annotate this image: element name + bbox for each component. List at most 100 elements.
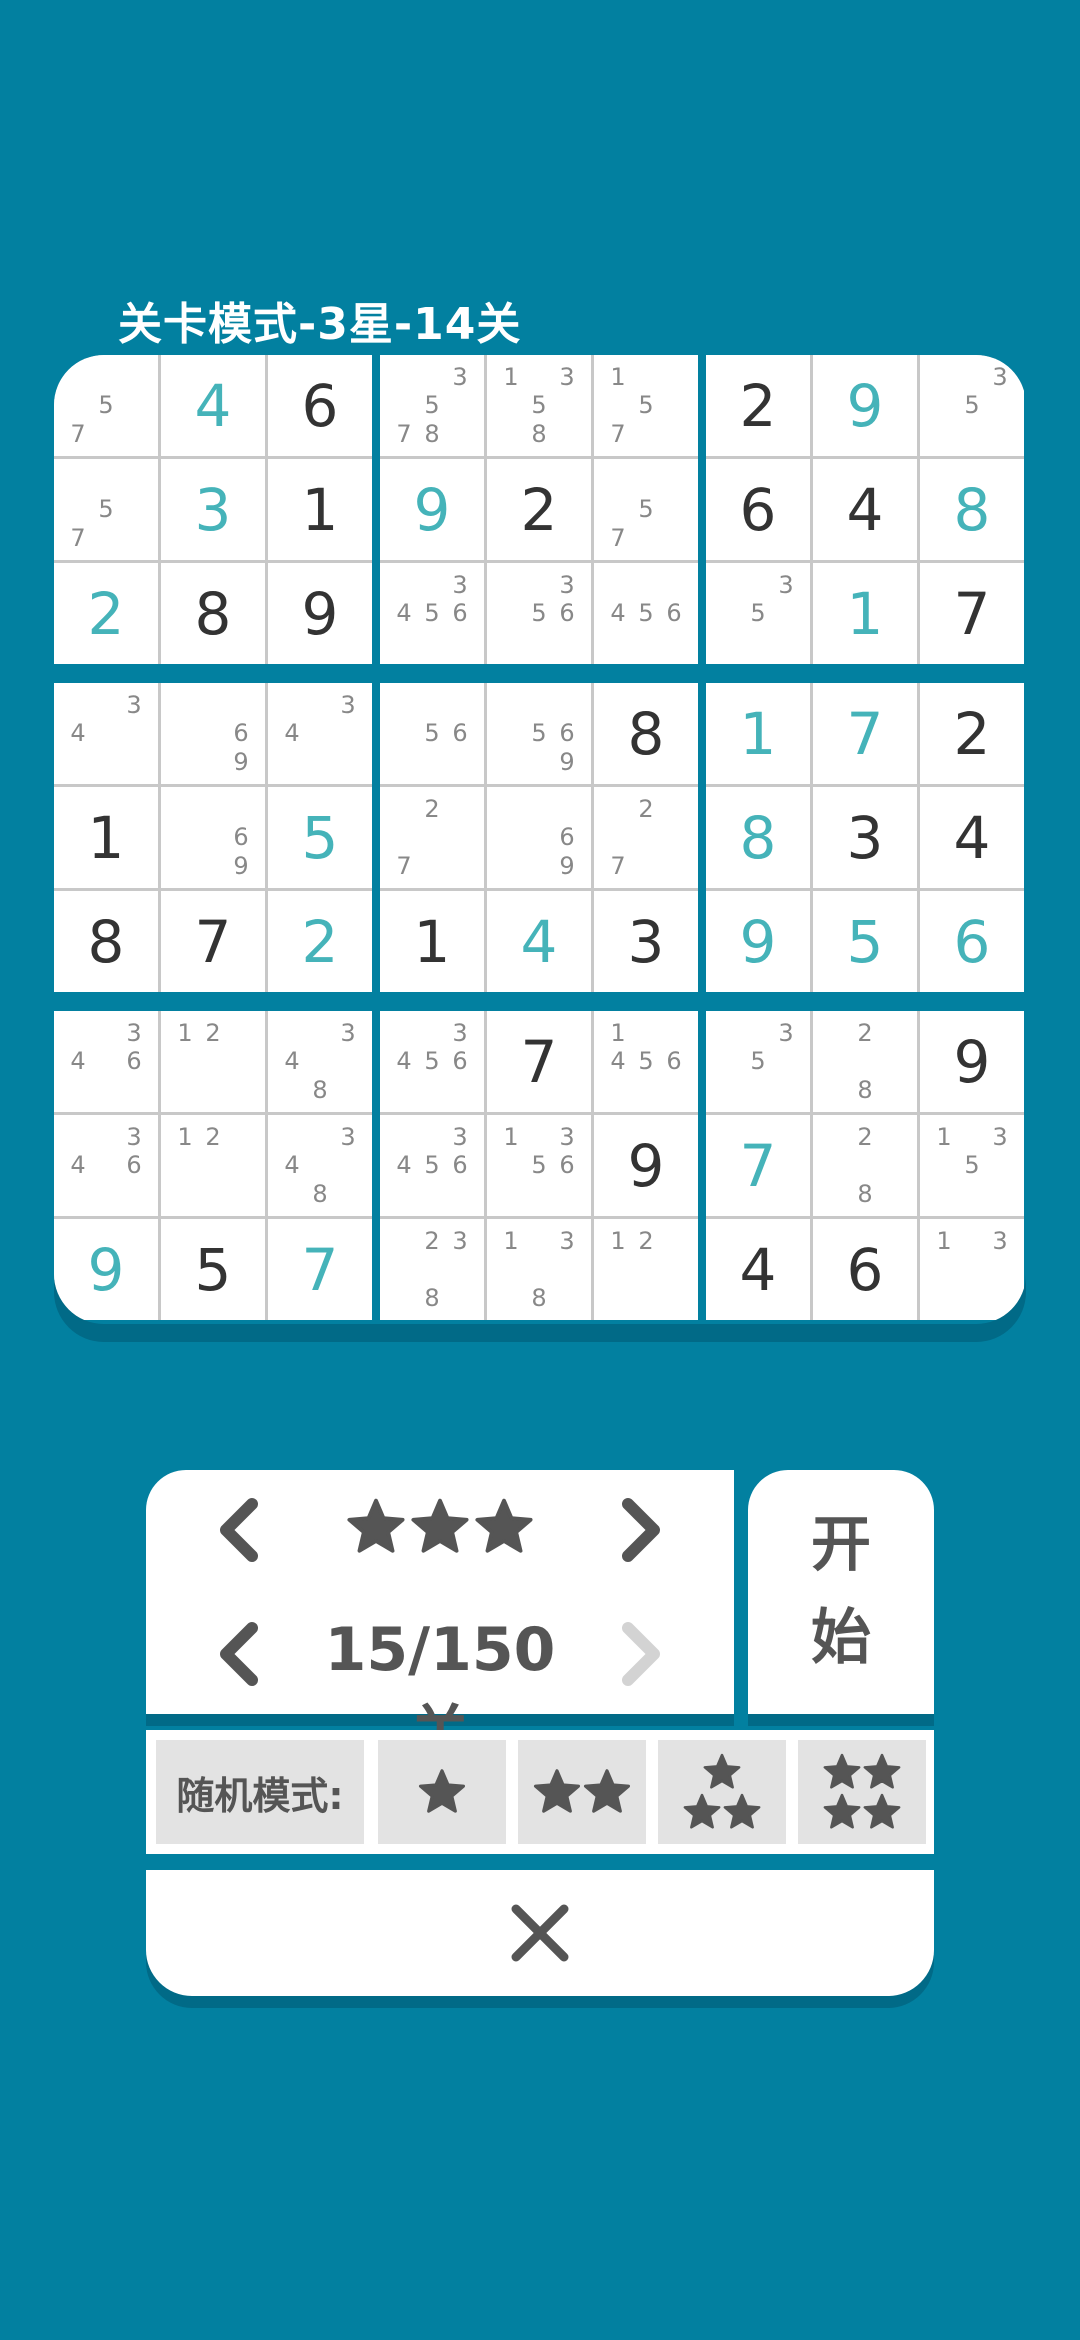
sudoku-cell[interactable]: 34 bbox=[268, 683, 372, 784]
random-2-star-button[interactable] bbox=[518, 1740, 646, 1844]
sudoku-cell[interactable]: 13 bbox=[920, 1219, 1024, 1320]
sudoku-cell[interactable]: 2 bbox=[268, 891, 372, 992]
sudoku-cell[interactable]: 34 bbox=[54, 683, 158, 784]
sudoku-cell[interactable]: 35 bbox=[920, 355, 1024, 456]
sudoku-cell[interactable]: 7 bbox=[920, 563, 1024, 664]
level-prev-button[interactable] bbox=[208, 1614, 268, 1694]
sudoku-cell[interactable]: 4 bbox=[487, 891, 591, 992]
sudoku-cell[interactable]: 12 bbox=[161, 1115, 265, 1216]
sudoku-cell[interactable]: 9 bbox=[813, 355, 917, 456]
random-4-star-button[interactable] bbox=[798, 1740, 926, 1844]
cell-notes: 57 bbox=[64, 363, 148, 448]
random-1-star-button[interactable] bbox=[378, 1740, 506, 1844]
difficulty-next-button[interactable] bbox=[612, 1490, 672, 1570]
note-digit bbox=[199, 823, 227, 851]
sudoku-cell[interactable]: 57 bbox=[54, 355, 158, 456]
sudoku-cell[interactable]: 7 bbox=[268, 1219, 372, 1320]
sudoku-cell[interactable]: 27 bbox=[594, 787, 698, 888]
sudoku-cell[interactable]: 69 bbox=[161, 787, 265, 888]
sudoku-cell[interactable]: 1 358 bbox=[487, 355, 591, 456]
sudoku-cell[interactable]: 3 456 bbox=[380, 1011, 484, 1112]
sudoku-cell[interactable]: 3 bbox=[813, 787, 917, 888]
sudoku-cell[interactable]: 3 4 6 bbox=[54, 1011, 158, 1112]
sudoku-cell[interactable]: 2 bbox=[487, 459, 591, 560]
sudoku-box: 565698276927143 bbox=[380, 683, 698, 992]
sudoku-cell[interactable]: 28 bbox=[813, 1115, 917, 1216]
sudoku-cell[interactable]: 1 bbox=[268, 459, 372, 560]
sudoku-cell[interactable]: 35 bbox=[706, 1011, 810, 1112]
sudoku-cell[interactable]: 3578 bbox=[380, 355, 484, 456]
sudoku-cell[interactable]: 69 bbox=[487, 787, 591, 888]
sudoku-cell[interactable]: 4 bbox=[813, 459, 917, 560]
sudoku-cell[interactable]: 5 bbox=[268, 787, 372, 888]
sudoku-cell[interactable]: 2 bbox=[920, 683, 1024, 784]
sudoku-cell[interactable]: 569 bbox=[487, 683, 591, 784]
sudoku-cell[interactable]: 3 456 bbox=[380, 1115, 484, 1216]
sudoku-cell[interactable]: 4 bbox=[161, 355, 265, 456]
cell-notes: 569 bbox=[497, 691, 581, 776]
sudoku-cell[interactable]: 9 bbox=[54, 1219, 158, 1320]
sudoku-cell[interactable]: 7 bbox=[487, 1011, 591, 1112]
sudoku-cell[interactable]: 28 bbox=[813, 1011, 917, 1112]
sudoku-cell[interactable]: 56 bbox=[380, 683, 484, 784]
sudoku-cell[interactable]: 27 bbox=[380, 787, 484, 888]
sudoku-cell[interactable]: 3 48 bbox=[268, 1115, 372, 1216]
note-digit bbox=[92, 1151, 120, 1179]
sudoku-cell[interactable]: 356 bbox=[487, 563, 591, 664]
random-3-star-button[interactable] bbox=[658, 1740, 786, 1844]
sudoku-cell[interactable]: 35 bbox=[706, 563, 810, 664]
level-next-button[interactable] bbox=[612, 1614, 672, 1694]
sudoku-cell[interactable]: 9 bbox=[268, 563, 372, 664]
sudoku-cell[interactable]: 8 bbox=[594, 683, 698, 784]
close-button[interactable] bbox=[146, 1870, 934, 1996]
sudoku-cell[interactable]: 8 bbox=[54, 891, 158, 992]
sudoku-cell[interactable]: 5 bbox=[161, 1219, 265, 1320]
sudoku-cell[interactable]: 5 bbox=[813, 891, 917, 992]
note-digit: 1 bbox=[610, 1227, 626, 1256]
sudoku-cell[interactable]: 3 bbox=[161, 459, 265, 560]
sudoku-cell[interactable]: 4 bbox=[706, 1219, 810, 1320]
sudoku-cell[interactable]: 8 bbox=[706, 787, 810, 888]
sudoku-cell[interactable]: 6 bbox=[268, 355, 372, 456]
sudoku-cell[interactable]: 57 bbox=[54, 459, 158, 560]
sudoku-cell[interactable]: 157 bbox=[594, 355, 698, 456]
sudoku-cell[interactable]: 1 38 bbox=[487, 1219, 591, 1320]
sudoku-cell[interactable]: 8 bbox=[920, 459, 1024, 560]
sudoku-cell[interactable]: 57 bbox=[594, 459, 698, 560]
sudoku-cell[interactable]: 1 35 bbox=[920, 1115, 1024, 1216]
start-button[interactable]: 开 始 bbox=[748, 1470, 934, 1714]
sudoku-cell[interactable]: 1 bbox=[813, 563, 917, 664]
sudoku-cell[interactable]: 4 bbox=[920, 787, 1024, 888]
sudoku-cell[interactable]: 2 bbox=[706, 355, 810, 456]
difficulty-prev-button[interactable] bbox=[208, 1490, 268, 1570]
sudoku-cell[interactable]: 12 bbox=[594, 1219, 698, 1320]
sudoku-cell[interactable]: 7 bbox=[813, 683, 917, 784]
sudoku-cell[interactable]: 1 bbox=[380, 891, 484, 992]
sudoku-cell[interactable]: 1 bbox=[54, 787, 158, 888]
sudoku-cell[interactable]: 3 456 bbox=[380, 563, 484, 664]
sudoku-cell[interactable]: 1456 bbox=[594, 1011, 698, 1112]
note-digit bbox=[958, 363, 986, 391]
sudoku-cell[interactable]: 12 bbox=[161, 1011, 265, 1112]
sudoku-cell[interactable]: 6 bbox=[706, 459, 810, 560]
sudoku-cell[interactable]: 6 bbox=[813, 1219, 917, 1320]
sudoku-cell[interactable]: 238 bbox=[380, 1219, 484, 1320]
sudoku-cell[interactable]: 8 bbox=[161, 563, 265, 664]
note-digit bbox=[553, 795, 581, 823]
sudoku-cell[interactable]: 69 bbox=[161, 683, 265, 784]
sudoku-cell[interactable]: 6 bbox=[920, 891, 1024, 992]
note-digit bbox=[772, 1076, 800, 1104]
sudoku-cell[interactable]: 9 bbox=[706, 891, 810, 992]
sudoku-cell[interactable]: 7 bbox=[161, 891, 265, 992]
sudoku-cell[interactable]: 3 48 bbox=[268, 1011, 372, 1112]
sudoku-cell[interactable]: 9 bbox=[380, 459, 484, 560]
sudoku-cell[interactable]: 9 bbox=[920, 1011, 1024, 1112]
sudoku-cell[interactable]: 1 356 bbox=[487, 1115, 591, 1216]
sudoku-cell[interactable]: 2 bbox=[54, 563, 158, 664]
sudoku-cell[interactable]: 456 bbox=[594, 563, 698, 664]
sudoku-cell[interactable]: 7 bbox=[706, 1115, 810, 1216]
sudoku-cell[interactable]: 1 bbox=[706, 683, 810, 784]
sudoku-cell[interactable]: 3 4 6 bbox=[54, 1115, 158, 1216]
sudoku-cell[interactable]: 3 bbox=[594, 891, 698, 992]
sudoku-cell[interactable]: 9 bbox=[594, 1115, 698, 1216]
